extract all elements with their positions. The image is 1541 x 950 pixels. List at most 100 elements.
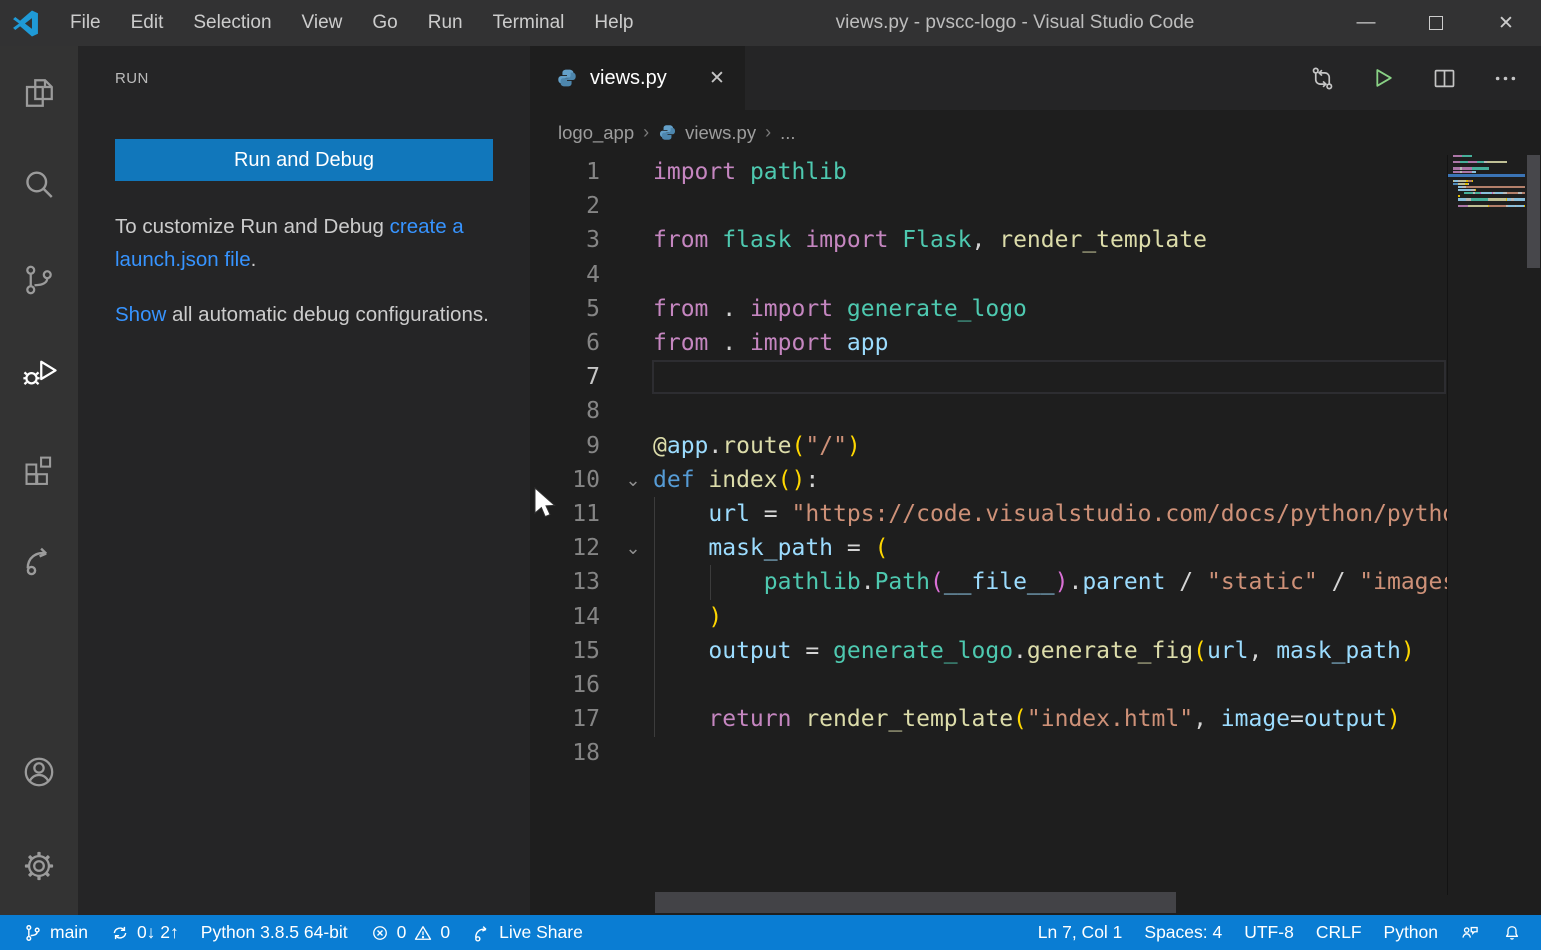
warning-count: 0	[440, 922, 450, 943]
debug-icon	[21, 355, 57, 391]
minimap-line	[1453, 171, 1476, 173]
tab-bar: views.py ✕	[530, 46, 1541, 110]
code-line[interactable]: output = generate_logo.generate_fig(url,…	[653, 634, 1447, 668]
menu-view[interactable]: View	[287, 0, 358, 46]
code-line[interactable]: return render_template("index.html", ima…	[653, 702, 1447, 736]
menu-go[interactable]: Go	[357, 0, 412, 46]
line-number[interactable]: 2	[530, 189, 600, 223]
vertical-scrollbar[interactable]	[1525, 155, 1541, 895]
line-number[interactable]: 8	[530, 394, 600, 428]
code-line[interactable]: @app.route("/")	[653, 429, 1447, 463]
minimap-line	[1453, 205, 1525, 207]
live-share-indicator[interactable]: Live Share	[461, 915, 594, 950]
line-number[interactable]: 7	[530, 360, 600, 394]
more-actions-icon[interactable]	[1492, 65, 1519, 92]
breadcrumb-symbol[interactable]: ...	[780, 122, 795, 144]
chevron-right-icon: ›	[765, 122, 771, 143]
menu-edit[interactable]: Edit	[116, 0, 179, 46]
code-line[interactable]: from . import generate_logo	[653, 292, 1447, 326]
line-number[interactable]: 14	[530, 600, 600, 634]
tab-views-py[interactable]: views.py ✕	[530, 46, 745, 110]
line-number[interactable]: 5	[530, 292, 600, 326]
sidebar-item-accounts[interactable]	[0, 746, 78, 798]
line-number[interactable]: 6	[530, 326, 600, 360]
notifications-button[interactable]	[1491, 915, 1533, 950]
breadcrumb-folder[interactable]: logo_app	[558, 122, 634, 144]
line-number[interactable]: 13	[530, 565, 600, 599]
customize-hint-text: To customize Run and Debug create a laun…	[115, 210, 503, 276]
run-and-debug-button[interactable]: Run and Debug	[115, 139, 493, 181]
horizontal-scrollbar[interactable]	[653, 892, 1447, 914]
code-area[interactable]: import pathlib from flask import Flask, r…	[653, 155, 1447, 895]
sidebar-item-live-share[interactable]	[0, 534, 78, 586]
menu-terminal[interactable]: Terminal	[478, 0, 580, 46]
code-line[interactable]: from . import app	[653, 326, 1447, 360]
customize-pre-text: To customize Run and Debug	[115, 215, 390, 238]
fold-chevron-icon[interactable]: ⌄	[618, 531, 648, 565]
fold-chevron-icon[interactable]: ⌄	[618, 463, 648, 497]
minimize-button[interactable]: —	[1331, 0, 1401, 46]
code-line[interactable]: import pathlib	[653, 155, 1447, 189]
sidebar-item-explorer[interactable]	[0, 67, 78, 119]
menu-help[interactable]: Help	[579, 0, 648, 46]
line-col-label: Ln 7, Col 1	[1038, 922, 1123, 943]
code-line[interactable]: mask_path = (	[653, 531, 1447, 565]
language-label: Python	[1384, 922, 1438, 943]
minimap-line	[1453, 192, 1525, 194]
line-number[interactable]: 11	[530, 497, 600, 531]
sidebar-item-source-control[interactable]	[0, 254, 78, 306]
sync-indicator[interactable]: 0↓ 2↑	[99, 915, 190, 950]
sidebar-item-search[interactable]	[0, 159, 78, 211]
line-number[interactable]: 15	[530, 634, 600, 668]
cursor-position-indicator[interactable]: Ln 7, Col 1	[1027, 915, 1134, 950]
sidebar-item-extensions[interactable]	[0, 442, 78, 494]
line-number[interactable]: 16	[530, 668, 600, 702]
error-icon	[370, 923, 390, 943]
maximize-button[interactable]	[1401, 0, 1471, 46]
language-mode-indicator[interactable]: Python	[1373, 915, 1449, 950]
line-number[interactable]: 17	[530, 702, 600, 736]
code-line[interactable]: from flask import Flask, render_template	[653, 223, 1447, 257]
line-number[interactable]: 12	[530, 531, 600, 565]
warning-icon	[413, 923, 433, 943]
customize-post-text: .	[251, 248, 257, 271]
minimap-line	[1453, 180, 1473, 182]
problems-indicator[interactable]: 0 0	[359, 915, 461, 950]
line-number[interactable]: 10	[530, 463, 600, 497]
feedback-button[interactable]	[1449, 915, 1491, 950]
split-editor-icon[interactable]	[1431, 65, 1458, 92]
line-number[interactable]: 18	[530, 736, 600, 770]
branch-indicator[interactable]: main	[12, 915, 99, 950]
python-interpreter-indicator[interactable]: Python 3.8.5 64-bit	[190, 915, 359, 950]
line-number[interactable]: 9	[530, 429, 600, 463]
code-line[interactable]: url = "https://code.visualstudio.com/doc…	[653, 497, 1447, 531]
code-editor[interactable]: 12345678910⌄1112⌄131415161718 import pat…	[530, 155, 1541, 915]
compare-changes-icon[interactable]	[1309, 65, 1336, 92]
sidebar-item-run-and-debug[interactable]	[0, 347, 78, 399]
editor-actions	[1309, 46, 1519, 110]
editor-gutter[interactable]: 12345678910⌄1112⌄131415161718	[530, 155, 653, 895]
menu-selection[interactable]: Selection	[178, 0, 286, 46]
code-line[interactable]: def index():	[653, 463, 1447, 497]
menu-run[interactable]: Run	[413, 0, 478, 46]
show-link[interactable]: Show	[115, 303, 166, 326]
indentation-indicator[interactable]: Spaces: 4	[1133, 915, 1233, 950]
line-number[interactable]: 3	[530, 223, 600, 257]
code-line[interactable]: )	[653, 600, 1447, 634]
sidebar-item-settings[interactable]	[0, 840, 78, 892]
vertical-scrollbar-thumb[interactable]	[1527, 155, 1540, 268]
minimap[interactable]	[1447, 155, 1525, 895]
tab-close-icon[interactable]: ✕	[703, 64, 731, 92]
close-button[interactable]: ✕	[1471, 0, 1541, 46]
breadcrumb-file[interactable]: views.py	[685, 122, 756, 144]
menu-file[interactable]: File	[55, 0, 116, 46]
line-number[interactable]: 4	[530, 258, 600, 292]
line-number[interactable]: 1	[530, 155, 600, 189]
code-line[interactable]: pathlib.Path(__file__).parent / "static"…	[653, 565, 1447, 599]
run-icon[interactable]	[1370, 65, 1397, 92]
eol-indicator[interactable]: CRLF	[1305, 915, 1373, 950]
share-arrow-icon	[472, 923, 492, 943]
indent-label: Spaces: 4	[1144, 922, 1222, 943]
horizontal-scrollbar-thumb[interactable]	[655, 892, 1176, 913]
encoding-indicator[interactable]: UTF-8	[1233, 915, 1305, 950]
